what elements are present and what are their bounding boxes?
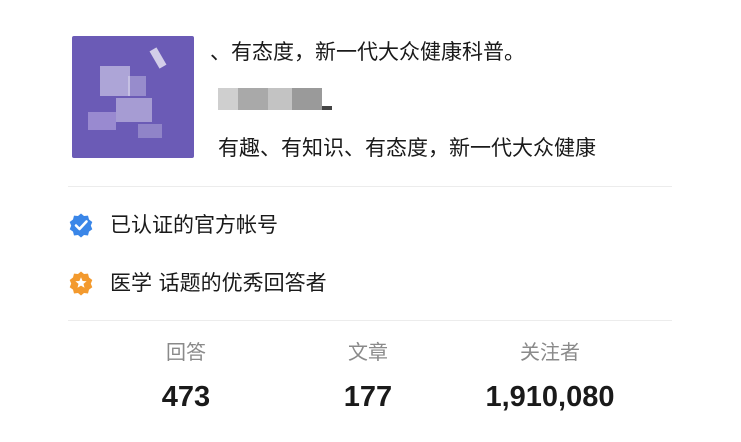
profile-headline: 、有态度，新一代大众健康科普。 <box>210 40 525 64</box>
stat-label: 回答 <box>166 340 206 364</box>
badge-verified[interactable]: 已认证的官方帐号 <box>68 210 278 240</box>
stat-label: 关注者 <box>520 340 580 364</box>
stat-followers[interactable]: 关注者 1,910,080 <box>450 338 650 414</box>
badge-label: 医学 话题的优秀回答者 <box>110 271 327 295</box>
blurred-username <box>218 88 334 110</box>
stat-value: 177 <box>343 381 393 413</box>
avatar-pixel <box>116 98 152 122</box>
divider <box>68 186 672 187</box>
stat-answers[interactable]: 回答 473 <box>86 338 286 414</box>
avatar-pixel <box>128 76 146 96</box>
profile-bio: 有趣、有知识、有态度，新一代大众健康 <box>218 136 596 160</box>
avatar-pixel <box>88 112 116 130</box>
stat-label: 文章 <box>348 340 388 364</box>
stat-value: 1,910,080 <box>485 381 615 413</box>
profile-avatar[interactable] <box>72 36 194 158</box>
avatar-pixel <box>149 47 167 69</box>
star-badge-icon <box>68 270 94 296</box>
badge-excellent-answerer[interactable]: 医学 话题的优秀回答者 <box>68 268 327 298</box>
stat-articles[interactable]: 文章 177 <box>268 338 468 414</box>
avatar-pixel <box>100 66 130 96</box>
avatar-pixel <box>138 124 162 138</box>
badge-label: 已认证的官方帐号 <box>110 213 278 237</box>
verified-check-icon <box>68 212 94 238</box>
stat-value: 473 <box>161 381 211 413</box>
divider <box>68 320 672 321</box>
